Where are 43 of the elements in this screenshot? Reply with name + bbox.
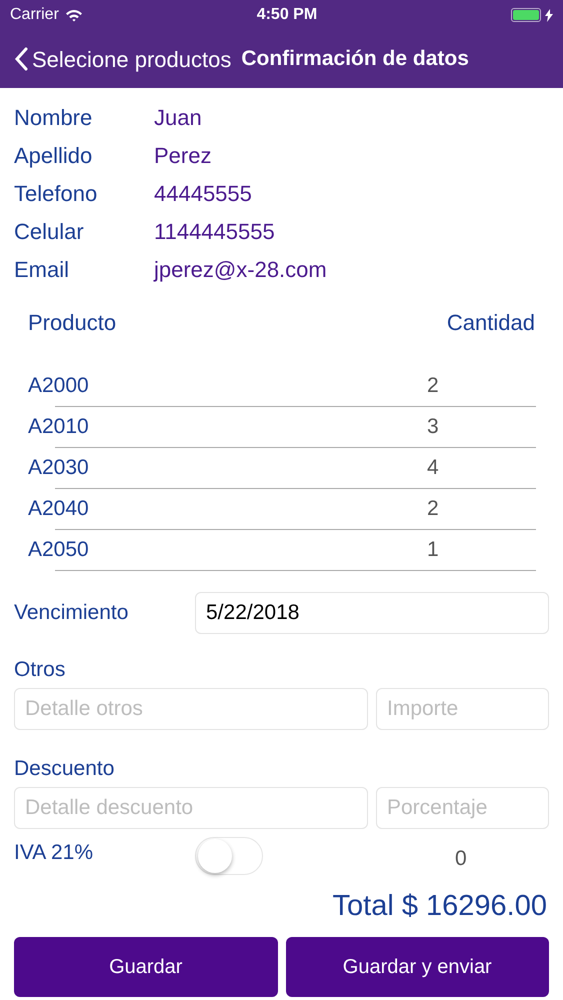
field-label: Nombre bbox=[14, 104, 94, 132]
field-label: Telefono bbox=[14, 180, 98, 208]
iva-label: IVA 21% bbox=[14, 840, 94, 866]
detail-field[interactable]: Detalle descuento bbox=[14, 787, 368, 829]
product-code: A2040 bbox=[28, 496, 90, 522]
product-code: A2050 bbox=[28, 537, 90, 564]
field-label: Celular bbox=[14, 218, 85, 246]
detail-field[interactable]: Detalle otros bbox=[14, 688, 368, 730]
amount-field[interactable]: Porcentaje bbox=[376, 787, 549, 829]
product-code: A2010 bbox=[28, 414, 90, 440]
field-value: jperez@x-28.com bbox=[154, 256, 327, 284]
iva-toggle[interactable] bbox=[195, 837, 263, 875]
iva-amount: 0 bbox=[455, 846, 467, 872]
quantity-value: 3 bbox=[427, 414, 439, 440]
field-value: Juan bbox=[154, 104, 202, 132]
field-value: 1144445555 bbox=[154, 218, 275, 246]
due-date-label: Vencimiento bbox=[14, 600, 130, 626]
product-code: A2000 bbox=[28, 373, 90, 400]
carrier-label: Carrier bbox=[10, 5, 59, 25]
field-value: Perez bbox=[154, 142, 212, 170]
column-header: Cantidad bbox=[446, 309, 535, 337]
time-label: 4:50 PM bbox=[256, 5, 318, 25]
quantity-value: 1 bbox=[427, 537, 439, 564]
column-header: Producto bbox=[28, 309, 116, 337]
back-chevron-icon bbox=[14, 47, 28, 71]
wifi-icon bbox=[64, 8, 83, 22]
quantity-value: 4 bbox=[427, 455, 439, 482]
amount-field[interactable]: Importe bbox=[376, 688, 549, 730]
screen-title: Confirmación de datos bbox=[241, 46, 469, 72]
due-date-field[interactable]: 5/22/2018 bbox=[195, 592, 549, 634]
section-label: Descuento bbox=[14, 756, 116, 782]
action-button[interactable]: Guardar bbox=[14, 936, 278, 996]
battery-icon bbox=[511, 8, 541, 22]
back-button[interactable]: Selecione productos bbox=[14, 42, 232, 76]
field-label: Apellido bbox=[14, 142, 94, 170]
product-code: A2030 bbox=[28, 455, 90, 482]
quantity-value: 2 bbox=[427, 373, 439, 400]
quantity-value: 2 bbox=[427, 496, 439, 522]
field-value: 44445555 bbox=[154, 180, 252, 208]
total-amount: Total $ 16296.00 bbox=[332, 889, 547, 924]
action-button[interactable]: Guardar y enviar bbox=[286, 936, 549, 996]
field-label: Email bbox=[14, 256, 70, 284]
section-label: Otros bbox=[14, 657, 66, 683]
